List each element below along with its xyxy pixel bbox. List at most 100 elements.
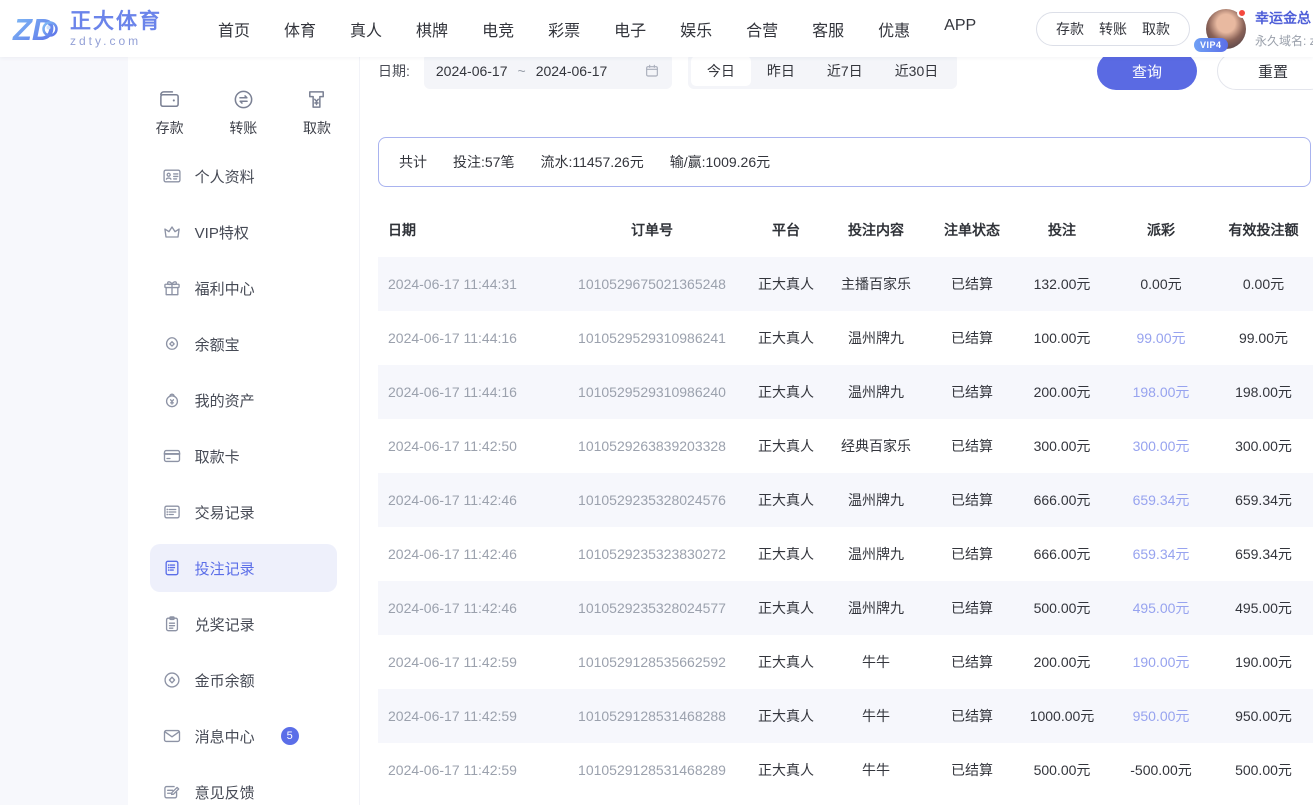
cell-date: 2024-06-17 11:42:59 bbox=[378, 654, 556, 670]
table-row: 2024-06-17 11:44:16 1010529529310986241 … bbox=[378, 311, 1313, 365]
sidebar-item-assets[interactable]: 我的资产 bbox=[150, 376, 337, 424]
date-separator: ~ bbox=[518, 63, 526, 79]
gift-icon bbox=[162, 278, 182, 298]
sidebar-item-label: 消息中心 bbox=[195, 726, 255, 747]
cell-valid: 300.00元 bbox=[1214, 436, 1313, 456]
cell-date: 2024-06-17 11:44:16 bbox=[378, 384, 556, 400]
sidebar-item-label: 我的资产 bbox=[195, 390, 255, 411]
cell-order: 1010529235328024577 bbox=[556, 600, 748, 616]
sidebar-deposit-button[interactable]: 存款 bbox=[156, 88, 184, 138]
cell-valid: 659.34元 bbox=[1214, 490, 1313, 510]
sidebar-item-prize-records[interactable]: 兑奖记录 bbox=[150, 600, 337, 648]
range-yesterday-button[interactable]: 昨日 bbox=[751, 56, 811, 86]
col-header-bet: 投注 bbox=[1016, 220, 1108, 240]
cell-date: 2024-06-17 11:42:59 bbox=[378, 708, 556, 724]
cell-bet: 200.00元 bbox=[1016, 382, 1108, 402]
cell-order: 1010529235328024576 bbox=[556, 492, 748, 508]
range-today-button[interactable]: 今日 bbox=[691, 56, 751, 86]
sidebar-item-label: 余额宝 bbox=[195, 334, 240, 355]
cell-order: 1010529529310986241 bbox=[556, 330, 748, 346]
nav-item-partner[interactable]: 合营 bbox=[746, 17, 778, 41]
cell-order: 1010529529310986240 bbox=[556, 384, 748, 400]
cell-content: 牛牛 bbox=[824, 760, 928, 780]
sidebar-item-gold-balance[interactable]: 金币余额 bbox=[150, 656, 337, 704]
search-button[interactable]: 查询 bbox=[1097, 52, 1197, 90]
cell-payout: 0.00元 bbox=[1108, 274, 1214, 294]
cell-platform: 正大真人 bbox=[748, 382, 824, 402]
feedback-icon bbox=[162, 782, 182, 802]
sidebar-item-feedback[interactable]: 意见反馈 bbox=[150, 768, 337, 805]
col-header-date: 日期 bbox=[378, 220, 556, 240]
cell-bet: 300.00元 bbox=[1016, 436, 1108, 456]
nav-item-promo[interactable]: 优惠 bbox=[878, 17, 910, 41]
nav-item-service[interactable]: 客服 bbox=[812, 17, 844, 41]
range-30days-button[interactable]: 近30日 bbox=[879, 56, 955, 86]
cell-order: 1010529263839203328 bbox=[556, 438, 748, 454]
nav-item-entertainment[interactable]: 娱乐 bbox=[680, 17, 712, 41]
nav-item-slots[interactable]: 电子 bbox=[614, 17, 646, 41]
sidebar-item-messages[interactable]: 消息中心 5 bbox=[150, 712, 337, 760]
crown-icon bbox=[162, 222, 182, 242]
quick-label: 取款 bbox=[303, 118, 331, 138]
brand-logo[interactable]: ZD 正大体育 zdty.com bbox=[12, 7, 162, 51]
sidebar-item-label: 福利中心 bbox=[195, 278, 255, 299]
sidebar-item-bet-records[interactable]: 投注记录 bbox=[150, 544, 337, 592]
sidebar-item-vip[interactable]: VIP特权 bbox=[150, 208, 337, 256]
cell-status: 已结算 bbox=[928, 490, 1016, 510]
cell-bet: 1000.00元 bbox=[1016, 706, 1108, 726]
sidebar-item-welfare[interactable]: 福利中心 bbox=[150, 264, 337, 312]
nav-item-chess[interactable]: 棋牌 bbox=[416, 17, 448, 41]
cell-status: 已结算 bbox=[928, 598, 1016, 618]
cell-status: 已结算 bbox=[928, 652, 1016, 672]
transfer-link[interactable]: 转账 bbox=[1099, 19, 1127, 39]
sidebar-item-transactions[interactable]: 交易记录 bbox=[150, 488, 337, 536]
vip-badge: VIP4 bbox=[1194, 38, 1228, 52]
cell-date: 2024-06-17 11:42:50 bbox=[378, 438, 556, 454]
deposit-link[interactable]: 存款 bbox=[1056, 19, 1084, 39]
nav-item-app[interactable]: APP bbox=[944, 17, 976, 41]
clipboard-icon bbox=[162, 614, 182, 634]
nav-item-live[interactable]: 真人 bbox=[350, 17, 382, 41]
summary-turnover: 流水:11457.26元 bbox=[540, 152, 643, 172]
table-row: 2024-06-17 11:42:59 1010529128535662592 … bbox=[378, 635, 1313, 689]
nav-item-lottery[interactable]: 彩票 bbox=[548, 17, 580, 41]
nav-item-sports[interactable]: 体育 bbox=[284, 17, 316, 41]
cell-payout: 659.34元 bbox=[1108, 544, 1214, 564]
quick-label: 转账 bbox=[229, 118, 257, 138]
cell-payout: 300.00元 bbox=[1108, 436, 1214, 456]
transfer-icon bbox=[232, 88, 255, 111]
col-header-status: 注单状态 bbox=[928, 220, 1016, 240]
cell-platform: 正大真人 bbox=[748, 544, 824, 564]
cell-platform: 正大真人 bbox=[748, 490, 824, 510]
nav-item-esports[interactable]: 电竞 bbox=[482, 17, 514, 41]
col-header-platform: 平台 bbox=[748, 220, 824, 240]
quick-range-group: 今日 昨日 近7日 近30日 bbox=[688, 53, 957, 89]
sidebar-item-label: 交易记录 bbox=[195, 502, 255, 523]
cell-platform: 正大真人 bbox=[748, 760, 824, 780]
sidebar-item-profile[interactable]: 个人资料 bbox=[150, 152, 337, 200]
summary-winloss: 输/赢:1009.26元 bbox=[670, 152, 770, 172]
cell-platform: 正大真人 bbox=[748, 598, 824, 618]
withdraw-link[interactable]: 取款 bbox=[1142, 19, 1170, 39]
brand-domain: zdty.com bbox=[70, 35, 162, 47]
range-7days-button[interactable]: 近7日 bbox=[811, 56, 879, 86]
col-header-order: 订单号 bbox=[556, 220, 748, 240]
user-block[interactable]: VIP4 幸运金总 永久域名: z bbox=[1206, 8, 1313, 49]
cell-content: 牛牛 bbox=[824, 652, 928, 672]
sidebar-item-withdraw-card[interactable]: 取款卡 bbox=[150, 432, 337, 480]
cell-valid: 190.00元 bbox=[1214, 652, 1313, 672]
nav-item-home[interactable]: 首页 bbox=[218, 17, 250, 41]
cell-content: 温州牌九 bbox=[824, 382, 928, 402]
cell-order: 1010529128535662592 bbox=[556, 654, 748, 670]
cell-platform: 正大真人 bbox=[748, 706, 824, 726]
notification-dot bbox=[1237, 8, 1247, 18]
cell-valid: 198.00元 bbox=[1214, 382, 1313, 402]
sidebar-withdraw-button[interactable]: 取款 bbox=[303, 88, 331, 138]
table-row: 2024-06-17 11:42:59 1010529128531468289 … bbox=[378, 743, 1313, 797]
reset-button[interactable]: 重置 bbox=[1217, 52, 1313, 90]
table-row: 2024-06-17 11:42:46 1010529235328024577 … bbox=[378, 581, 1313, 635]
sidebar-item-yuebao[interactable]: 余额宝 bbox=[150, 320, 337, 368]
date-range-input[interactable]: 2024-06-17 ~ 2024-06-17 bbox=[424, 53, 672, 89]
left-gutter bbox=[0, 57, 128, 805]
sidebar-transfer-button[interactable]: 转账 bbox=[229, 88, 257, 138]
